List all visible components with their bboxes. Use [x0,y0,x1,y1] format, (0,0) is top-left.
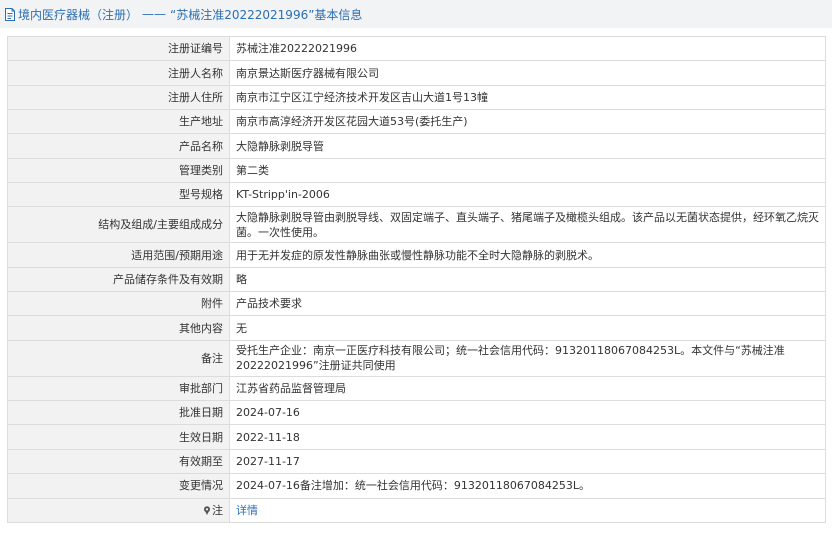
row-label: 备注 [7,339,230,377]
row-label: 批准日期 [7,400,230,426]
row-value: 江苏省药品监督管理局 [229,375,826,402]
row-value: 2024-07-16 [229,400,826,426]
document-icon [4,7,16,21]
row-value: 大隐静脉剥脱导管 [229,133,826,159]
table-row: 生效日期 2022-11-18 [7,424,826,450]
info-table-body: 注册证编号 苏械注准20222021996 注册人名称 南京景达斯医疗器械有限公司 注册… [7,35,826,499]
table-row: 审批部门 江苏省药品监督管理局 [7,375,826,402]
table-row: 附件 产品技术要求 [7,291,826,317]
row-label: 有效期至 [7,448,230,475]
header-title: 境内医疗器械（注册） [18,7,139,22]
row-label: 审批部门 [7,375,230,402]
row-label: 型号规格 [7,182,230,208]
info-table: 注册证编号 苏械注准20222021996 注册人名称 南京景达斯医疗器械有限公司 注册… [7,35,826,523]
table-row: 生产地址 南京市高淳经济开发区花园大道53号(委托生产) [7,109,826,135]
table-row: 注册人名称 南京景达斯医疗器械有限公司 [7,60,826,86]
row-value: 第二类 [229,157,826,184]
row-label: 生产地址 [7,109,230,135]
row-label-note: 注 [7,497,230,523]
row-value: 略 [229,266,826,293]
row-value: KT-Stripp'in-2006 [229,182,826,208]
detail-link[interactable]: 详情 [236,504,258,517]
row-label: 结构及组成/主要组成成分 [7,206,230,244]
row-label: 适用范围/预期用途 [7,242,230,268]
row-value-note: 详情 [229,497,826,523]
note-label: 注 [212,503,223,517]
row-value: 用于无并发症的原发性静脉曲张或慢性静脉功能不全时大隐静脉的剥脱术。 [229,242,826,268]
table-row: 产品储存条件及有效期略 [7,266,826,293]
row-value: 产品技术要求 [229,291,826,317]
row-label: 产品名称 [7,133,230,159]
page-header: 境内医疗器械（注册） —— “苏械注准20222021996”基本信息 [0,0,832,28]
row-value: 南京市江宁区江宁经济技术开发区吉山大道1号13幢 [229,84,826,111]
header-subtitle: “苏械注准20222021996”基本信息 [170,7,363,22]
row-label: 注册人住所 [7,84,230,111]
row-label: 注册人名称 [7,60,230,86]
table-row: 有效期至 2027-11-17 [7,448,826,475]
row-value: 苏械注准20222021996 [229,35,826,62]
row-label: 管理类别 [7,157,230,184]
row-value: 南京景达斯医疗器械有限公司 [229,60,826,86]
row-value: 大隐静脉剥脱导管由剥脱导线、双固定端子、直头端子、猪尾端子及橄榄头组成。该产品以… [229,206,826,244]
table-row: 其他内容无 [7,315,826,341]
row-value: 2027-11-17 [229,448,826,475]
row-value: 受托生产企业：南京一正医疗科技有限公司；统一社会信用代码：91320118067… [229,339,826,377]
table-row-note: 注 详情 [7,497,826,523]
row-label: 其他内容 [7,315,230,341]
row-value: 2022-11-18 [229,424,826,450]
row-value: 2024-07-16备注增加：统一社会信用代码：9132011806708425… [229,473,826,499]
table-row: 产品名称 大隐静脉剥脱导管 [7,133,826,159]
note-body: 注 详情 [7,497,826,523]
header-separator: —— [142,7,167,21]
table-row: 变更情况 2024-07-16备注增加：统一社会信用代码：913201180670… [7,473,826,499]
row-label: 产品储存条件及有效期 [7,266,230,293]
table-row: 注册人住所 南京市江宁区江宁经济技术开发区吉山大道1号13幢 [7,84,826,111]
row-label: 变更情况 [7,473,230,499]
row-label: 生效日期 [7,424,230,450]
table-row: 注册证编号 苏械注准20222021996 [7,35,826,62]
row-value: 南京市高淳经济开发区花园大道53号(委托生产) [229,109,826,135]
table-row: 结构及组成/主要组成成分 大隐静脉剥脱导管由剥脱导线、双固定端子、直头端子、猪尾端… [7,206,826,244]
pin-icon [203,505,211,515]
row-label: 注册证编号 [7,35,230,62]
table-row: 备注 受托生产企业：南京一正医疗科技有限公司；统一社会信用代码：913201180… [7,339,826,377]
table-row: 管理类别 第二类 [7,157,826,184]
table-row: 批准日期 2024-07-16 [7,400,826,426]
row-value: 无 [229,315,826,341]
row-label: 附件 [7,291,230,317]
table-row: 适用范围/预期用途 用于无并发症的原发性静脉曲张或慢性静脉功能不全时大隐静脉的剥脱… [7,242,826,268]
table-row: 型号规格 KT-Stripp'in-2006 [7,182,826,208]
